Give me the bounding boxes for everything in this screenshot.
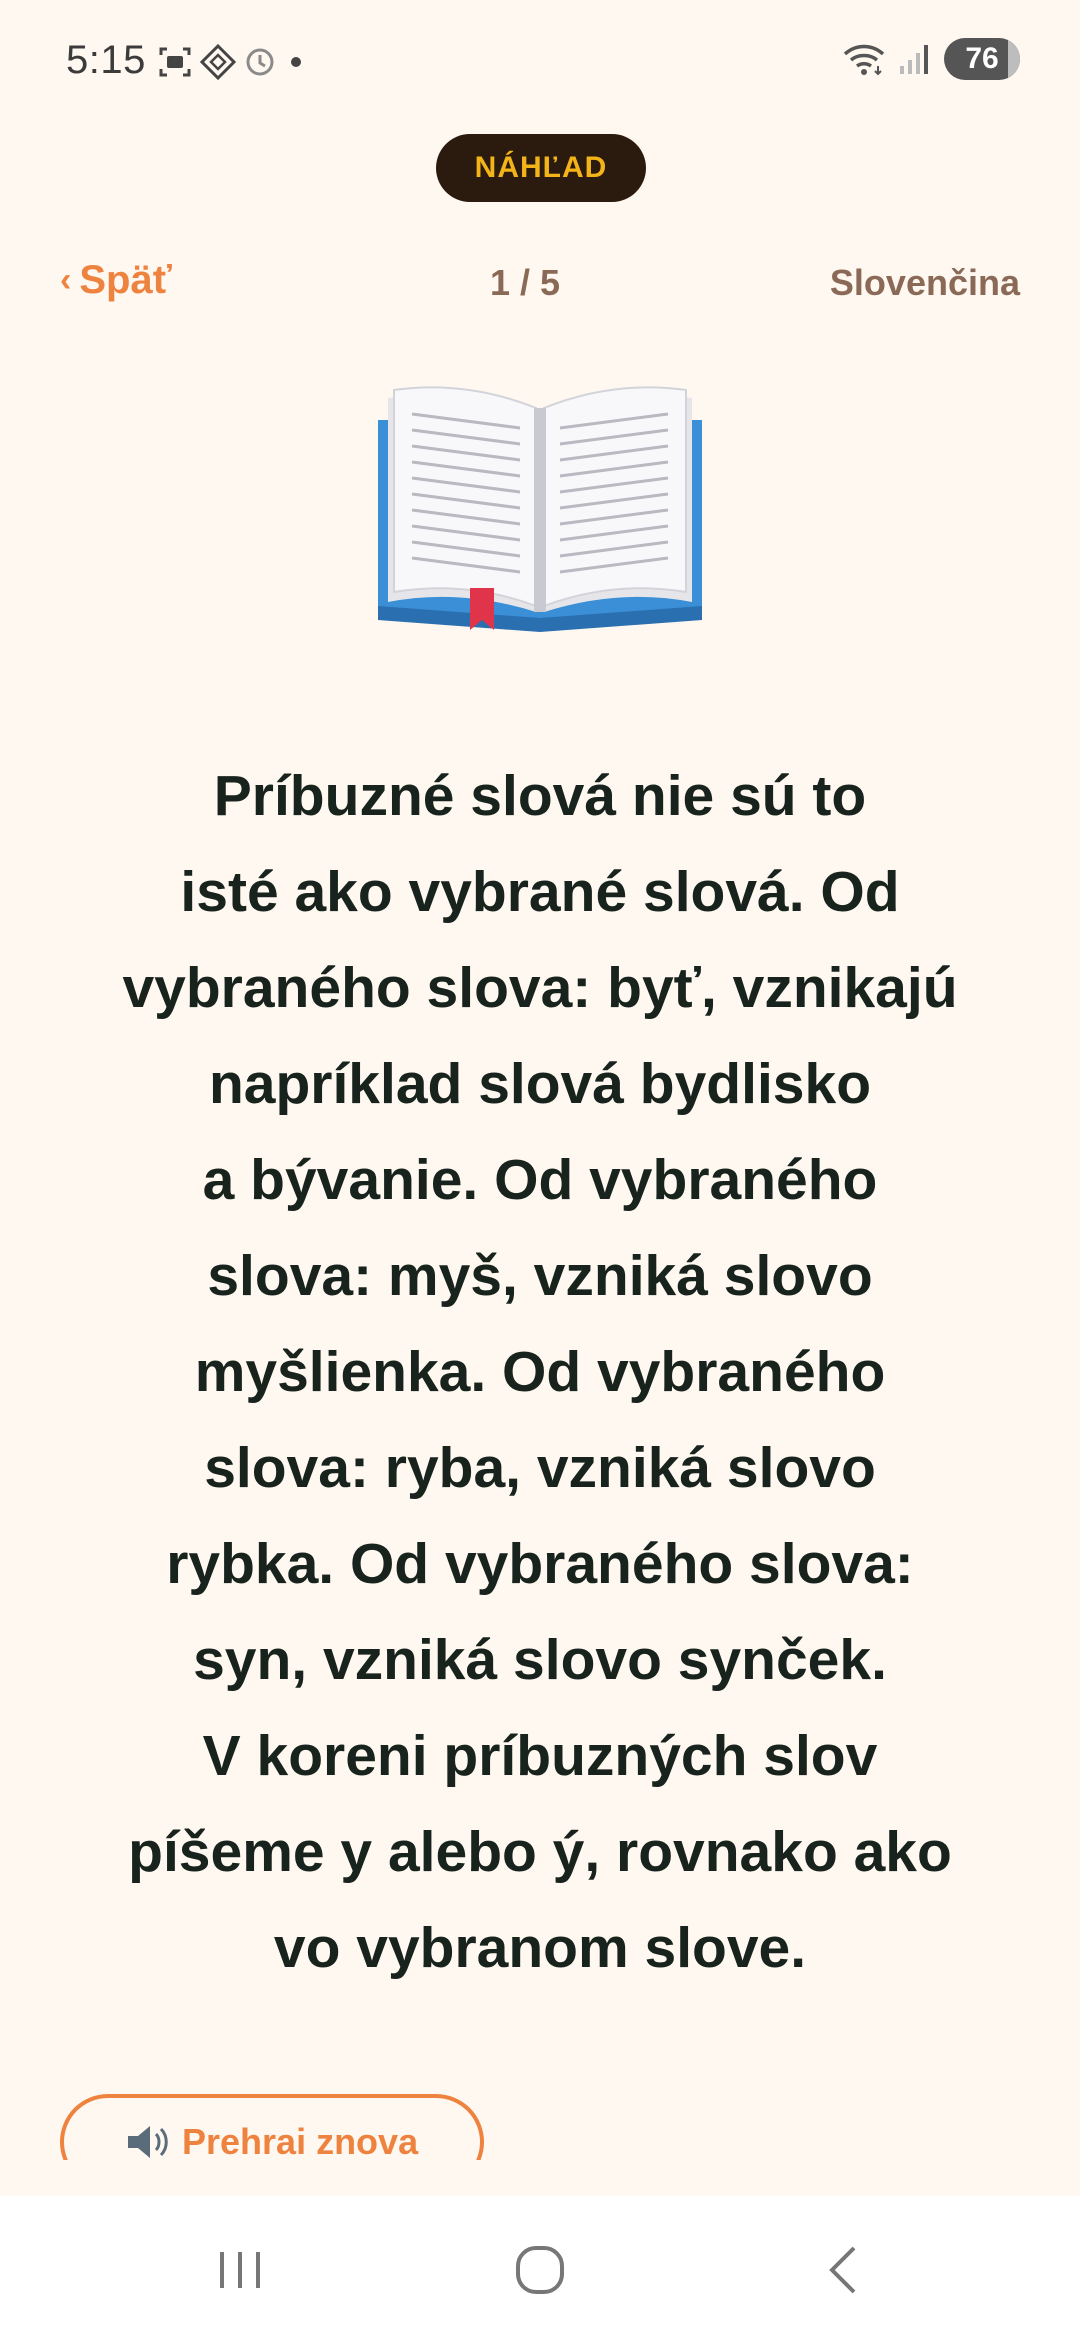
open-book-icon bbox=[378, 386, 702, 632]
speaker-icon bbox=[128, 2126, 168, 2158]
home-icon[interactable] bbox=[512, 2242, 568, 2298]
battery-level: 76 bbox=[965, 42, 999, 75]
lesson-line: napríklad slová bydlisko bbox=[208, 1052, 872, 1116]
system-nav-bar bbox=[0, 2196, 1080, 2340]
recent-apps-icon[interactable] bbox=[212, 2242, 268, 2298]
language-button[interactable]: Slovenčina bbox=[830, 262, 1020, 304]
lesson-line: syn, vzniká slovo synček. bbox=[193, 1628, 887, 1692]
lesson-line: myšlienka. Od vybraného bbox=[194, 1340, 886, 1404]
replay-label: Prehrai znova bbox=[182, 2121, 419, 2162]
dot-icon bbox=[291, 57, 301, 67]
status-bar: 5:15 76 bbox=[0, 0, 1080, 125]
back-icon[interactable] bbox=[818, 2242, 874, 2298]
lesson-line: V koreni príbuzných slov bbox=[202, 1724, 878, 1788]
signal-icon bbox=[900, 45, 928, 74]
lesson-line: isté ako vybrané slová. Od bbox=[180, 860, 900, 924]
status-icons-right: 76 bbox=[842, 38, 1020, 80]
lesson-line: Príbuzné slová nie sú to bbox=[213, 764, 867, 828]
lesson-line: vybraného slova: byť, vznikajú bbox=[122, 956, 958, 1020]
scroll-fade bbox=[0, 2160, 1080, 2196]
alarm-icon bbox=[246, 48, 274, 76]
lesson-line: píšeme y alebo ý, rovnako ako bbox=[128, 1820, 952, 1884]
vpn-diamond-icon bbox=[200, 44, 236, 80]
lesson-line: slova: ryba, vzniká slovo bbox=[204, 1436, 876, 1500]
status-time: 5:15 bbox=[66, 38, 146, 82]
lesson-line: slova: myš, vzniká slovo bbox=[207, 1244, 873, 1308]
lesson-text: Príbuzné slová nie sú to isté ako vybran… bbox=[60, 748, 1020, 1996]
wifi-icon bbox=[843, 44, 885, 76]
lesson-line: a bývanie. Od vybraného bbox=[202, 1148, 878, 1212]
battery-charging-icon: 76 bbox=[944, 38, 1020, 80]
lesson-line: vo vybranom slove. bbox=[273, 1916, 807, 1980]
status-icons-left bbox=[158, 44, 308, 80]
lesson-line: rybka. Od vybraného slova: bbox=[166, 1532, 914, 1596]
screenshot-icon bbox=[159, 47, 191, 77]
preview-badge: NÁHĽAD bbox=[436, 134, 646, 202]
